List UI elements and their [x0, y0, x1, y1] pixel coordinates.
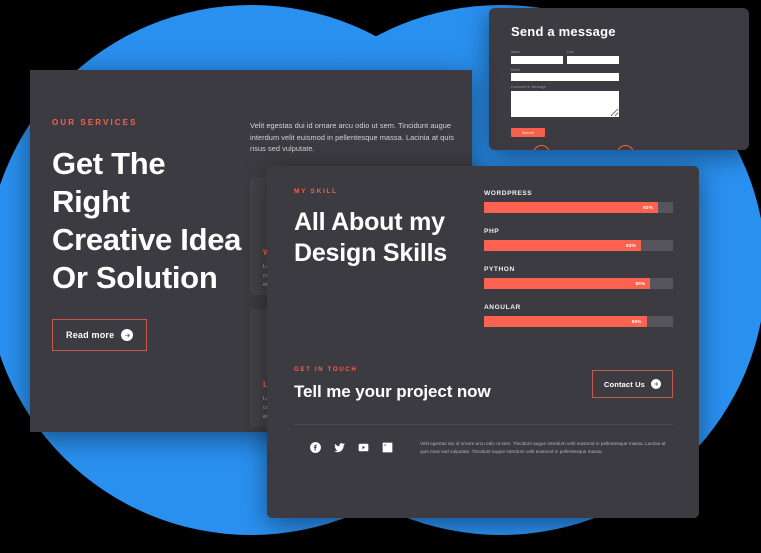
read-more-label: Read more	[66, 330, 115, 340]
social-links	[294, 440, 394, 454]
skill-percent: 92%	[643, 205, 653, 210]
skills-heading: All About my Design Skills	[294, 208, 448, 267]
first-name-input[interactable]	[511, 55, 563, 64]
skill-label: ANGULAR	[484, 304, 521, 311]
arrow-right-icon	[651, 379, 661, 389]
skill-bar-python: PYTHON 88%	[484, 266, 673, 289]
footer-row: Velit egestas dui id ornare arcu odio ut…	[294, 440, 673, 455]
message-label: Comment or Message	[511, 85, 546, 89]
get-in-touch-row: GET IN TOUCH Tell me your project now Co…	[294, 366, 673, 402]
skill-percent: 86%	[631, 319, 642, 324]
location-icon	[617, 144, 634, 150]
footer-text: Velit egestas dui id ornare arcu odio ut…	[420, 441, 666, 454]
skill-fill: 92%	[484, 202, 658, 213]
office-line-info: OFFICE LINE (+02) 345 325 888 (+02) 980 …	[533, 144, 593, 150]
services-eyebrow: OUR SERVICES	[52, 118, 138, 127]
skill-fill: 83%	[484, 240, 641, 251]
screenshot-stage: Send a message Name Last Email Comment o…	[0, 0, 761, 553]
skills-eyebrow: MY SKILL	[294, 188, 338, 195]
footer-divider	[294, 424, 673, 425]
submit-button[interactable]: Submit	[511, 128, 545, 137]
skill-percent: 83%	[626, 243, 636, 248]
first-name-label: Name	[511, 50, 521, 54]
email-input[interactable]	[511, 73, 619, 81]
skill-bar-wordpress: WORDPRESS 92%	[484, 190, 673, 213]
skills-headline-column: MY SKILL All About my Design Skills	[294, 184, 484, 269]
last-name-input[interactable]	[567, 55, 619, 64]
skill-track: 92%	[484, 202, 673, 213]
skill-track: 83%	[484, 240, 673, 251]
message-textarea[interactable]	[511, 90, 619, 117]
services-heading: Get The Right Creative Idea Or Solution	[52, 146, 242, 295]
skill-fill: 88%	[484, 278, 651, 289]
skill-bars-list: WORDPRESS 92% PHP 83% PYTHON 88% ANGULAR…	[484, 184, 673, 342]
email-label: Email	[511, 67, 520, 72]
last-name-field-group: Last	[567, 50, 619, 64]
contact-us-button[interactable]: Contact Us	[591, 370, 673, 398]
phone-icon	[533, 144, 550, 150]
skill-track: 86%	[484, 316, 673, 327]
skill-track: 88%	[484, 278, 673, 289]
post-address-info: POST ADDRESS 8080 Radius Str Apt. 296, N…	[617, 144, 677, 150]
read-more-button[interactable]: Read more	[52, 319, 148, 351]
last-name-label: Last	[567, 50, 574, 54]
get-in-touch-text-block: GET IN TOUCH Tell me your project now	[294, 366, 491, 402]
get-in-touch-eyebrow: GET IN TOUCH	[294, 366, 358, 373]
skill-percent: 88%	[635, 281, 646, 286]
first-name-field-group: Name	[511, 50, 563, 64]
arrow-right-icon	[121, 329, 134, 341]
skills-panel: MY SKILL All About my Design Skills WORD…	[267, 166, 699, 518]
contact-panel-title: Send a message	[511, 24, 616, 39]
email-field-group: Email	[511, 67, 619, 81]
facebook-icon[interactable]	[309, 441, 322, 454]
message-field-group: Comment or Message	[511, 85, 619, 117]
linkedin-icon[interactable]	[381, 441, 394, 454]
get-in-touch-title: Tell me your project now	[294, 382, 491, 401]
contact-form: Name Last Email Comment or Message Submi…	[511, 50, 619, 139]
skill-bar-php: PHP 83%	[484, 228, 673, 251]
skill-fill: 86%	[484, 316, 647, 327]
contact-info-columns: OFFICE LINE (+02) 345 325 888 (+02) 980 …	[533, 139, 731, 150]
contact-form-panel: Send a message Name Last Email Comment o…	[489, 8, 749, 150]
services-intro-text: Velit egestas dui id ornare arcu odio ut…	[250, 121, 454, 153]
contact-us-label: Contact Us	[603, 379, 645, 389]
services-headline-column: OUR SERVICES Get The Right Creative Idea…	[52, 118, 250, 432]
twitter-icon[interactable]	[333, 441, 346, 454]
skill-label: PYTHON	[484, 266, 515, 273]
youtube-icon[interactable]	[357, 441, 370, 454]
skill-label: WORDPRESS	[484, 190, 533, 197]
skill-bar-angular: ANGULAR 86%	[484, 304, 673, 327]
skill-label: PHP	[484, 228, 500, 235]
